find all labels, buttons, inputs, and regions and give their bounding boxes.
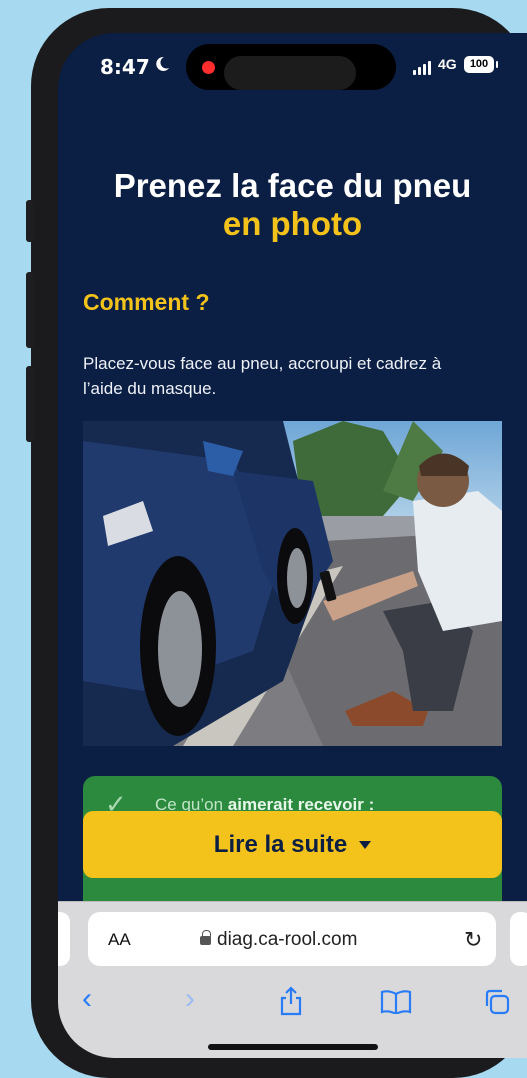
reader-settings-button[interactable]: AA bbox=[108, 930, 131, 950]
read-more-label: Lire la suite bbox=[213, 830, 348, 858]
reload-icon[interactable]: ↻ bbox=[464, 927, 482, 953]
forward-icon[interactable]: › bbox=[185, 984, 195, 1014]
recording-indicator-icon bbox=[202, 61, 215, 74]
url-text: diag.ca-rool.com bbox=[217, 929, 358, 950]
next-tab-edge[interactable] bbox=[510, 912, 527, 966]
photo-illustration-icon bbox=[83, 421, 502, 746]
tabs-icon[interactable] bbox=[483, 988, 511, 1016]
read-more-button[interactable]: Lire la suite bbox=[83, 811, 502, 878]
url-display[interactable]: diag.ca-rool.com bbox=[200, 929, 357, 951]
safari-toolbar: ‹ › bbox=[58, 984, 527, 1024]
dynamic-island bbox=[186, 44, 396, 90]
address-bar[interactable]: AA diag.ca-rool.com ↻ bbox=[88, 912, 496, 966]
title-line-2: en photo bbox=[222, 205, 363, 242]
status-time: 8:47 bbox=[100, 55, 150, 79]
instructions-text: Placez-vous face au pneu, accroupi et ca… bbox=[83, 354, 442, 398]
title-line-1: Prenez la face du pneu bbox=[113, 167, 472, 204]
volume-down-button bbox=[26, 366, 34, 442]
lock-icon bbox=[200, 930, 211, 946]
mute-switch bbox=[26, 200, 34, 242]
section-heading: Comment ? bbox=[83, 289, 210, 315]
page-title: Prenez la face du pneu en photo bbox=[58, 167, 527, 243]
cellular-signal-icon bbox=[413, 61, 431, 75]
previous-tab-edge[interactable] bbox=[58, 912, 70, 966]
bookmarks-icon[interactable] bbox=[380, 990, 412, 1014]
island-pill bbox=[224, 56, 356, 90]
home-indicator[interactable] bbox=[208, 1044, 378, 1050]
network-type: 4G bbox=[438, 56, 457, 72]
volume-up-button bbox=[26, 272, 34, 348]
caret-down-icon bbox=[359, 840, 372, 849]
back-icon[interactable]: ‹ bbox=[82, 984, 92, 1014]
status-bar: 8:47 4G 100 bbox=[58, 33, 527, 103]
safari-bottom-bar: AA diag.ca-rool.com ↻ ‹ › bbox=[58, 901, 527, 1058]
tire-photo bbox=[83, 421, 502, 746]
moon-icon bbox=[156, 56, 169, 71]
phone-screen: 8:47 4G 100 Prenez la face du pneu en ph… bbox=[58, 33, 527, 1058]
battery-icon: 100 bbox=[464, 56, 498, 73]
share-icon[interactable] bbox=[278, 986, 304, 1016]
